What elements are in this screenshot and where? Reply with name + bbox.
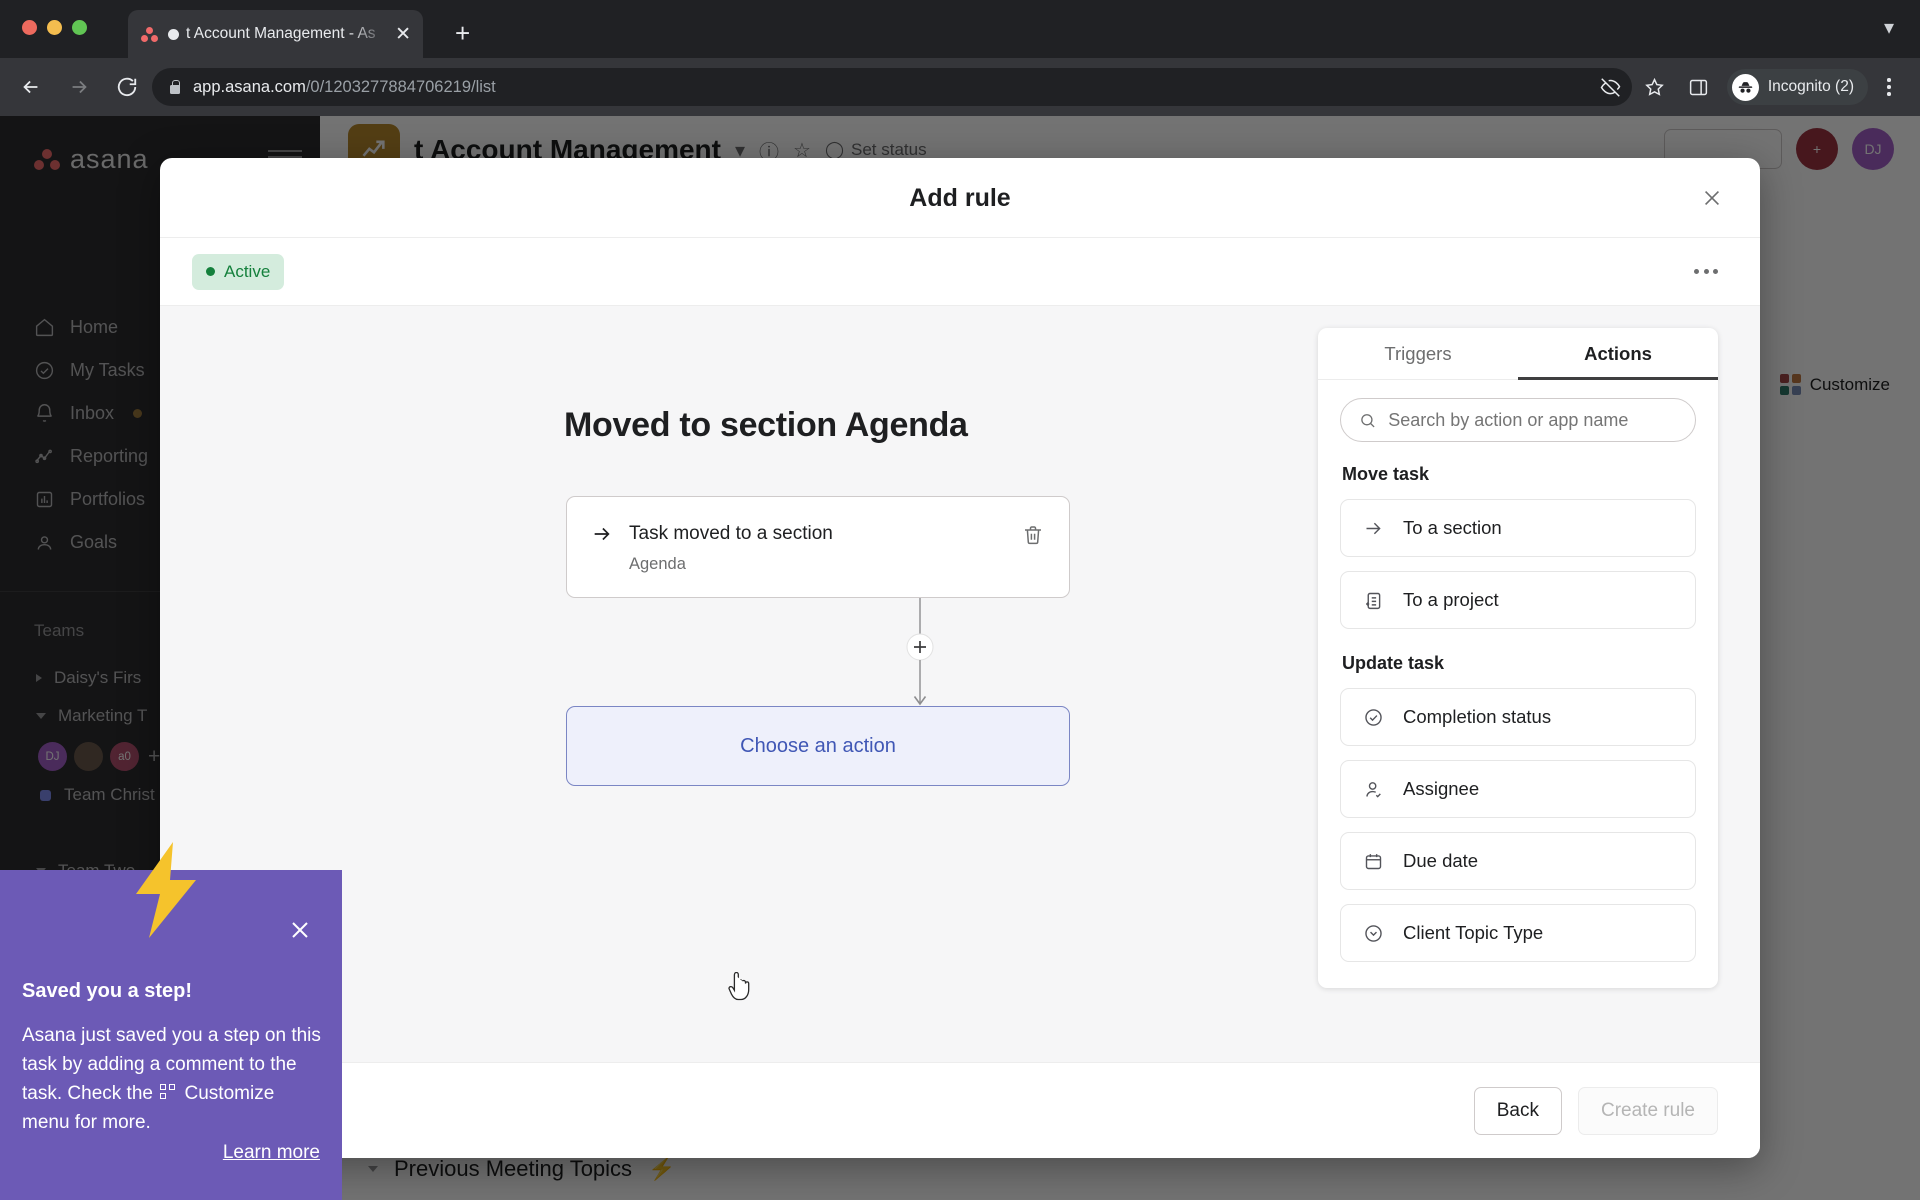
actions-drawer: Triggers Actions Move task To a section <box>1318 328 1718 988</box>
tab-title: t Account Management - As <box>186 25 376 42</box>
modal-subbar: Active <box>160 238 1760 306</box>
arrow-right-icon <box>594 527 610 541</box>
customize-grid-icon <box>160 1083 177 1101</box>
chevron-circle-down-icon <box>1365 924 1382 942</box>
action-item-label: Completion status <box>1403 706 1552 727</box>
action-item-to-a-project[interactable]: To a project <box>1340 571 1696 629</box>
toast-title: Saved you a step! <box>22 980 193 1002</box>
back-nav-icon[interactable] <box>14 70 48 104</box>
incognito-eye-off-icon[interactable] <box>1591 67 1631 107</box>
action-item-assignee[interactable]: Assignee <box>1340 760 1696 818</box>
choose-an-action-button[interactable]: Choose an action <box>566 706 1070 786</box>
action-item-label: To a section <box>1403 517 1502 538</box>
toast-body: Asana just saved you a step on this task… <box>22 1022 322 1138</box>
action-item-label: Due date <box>1403 850 1479 871</box>
browser-tab[interactable]: t Account Management - As ✕ <box>128 10 423 58</box>
trigger-card-main: Task moved to a section <box>591 523 833 545</box>
tab-strip: t Account Management - As ✕ + ▾ <box>0 0 1920 58</box>
browser-menu-icon[interactable] <box>1872 67 1906 107</box>
window-traffic-lights <box>22 20 87 35</box>
action-item-to-a-section[interactable]: To a section <box>1340 499 1696 557</box>
action-item-client-topic-type[interactable]: Client Topic Type <box>1340 904 1696 962</box>
trigger-subtitle: Agenda <box>629 555 686 573</box>
status-badge-label: Active <box>224 261 271 281</box>
rule-name: Moved to section Agenda <box>564 406 968 444</box>
chevron-down-icon[interactable]: ▾ <box>1884 18 1894 38</box>
incognito-avatar-icon <box>1731 73 1759 101</box>
trigger-title: Task moved to a section <box>629 523 833 544</box>
close-icon[interactable] <box>1696 182 1728 214</box>
action-item-due-date[interactable]: Due date <box>1340 832 1696 890</box>
more-horizontal-icon[interactable] <box>1684 259 1728 284</box>
add-rule-modal: Add rule Active Moved to section Agenda … <box>160 158 1760 1158</box>
address-bar[interactable]: app.asana.com/0/1203277884706219/list <box>152 68 1632 106</box>
calendar-icon <box>1365 853 1382 869</box>
check-circle-icon <box>1365 708 1382 726</box>
modal-footer: Back Create rule <box>160 1062 1760 1158</box>
mouse-cursor-pointer-icon <box>728 972 750 1001</box>
toolbar-actions: Incognito (2) <box>1591 58 1906 116</box>
group-title-update-task: Update task <box>1342 653 1445 673</box>
create-rule-button[interactable]: Create rule <box>1578 1086 1718 1135</box>
action-item-label: Assignee <box>1403 778 1480 799</box>
tab-close-icon[interactable]: ✕ <box>395 25 411 44</box>
minimize-window-button[interactable] <box>47 20 62 35</box>
tab-triggers[interactable]: Triggers <box>1318 328 1518 379</box>
modal-header: Add rule <box>160 158 1760 238</box>
search-icon <box>1361 413 1375 427</box>
drawer-tabs: Triggers Actions <box>1318 328 1718 380</box>
action-item-label: To a project <box>1403 589 1499 610</box>
group-title-move-task: Move task <box>1342 464 1430 484</box>
saved-you-a-step-toast: Saved you a step! Asana just saved you a… <box>0 842 342 1200</box>
lock-icon <box>168 79 181 95</box>
status-dot-icon <box>206 267 215 276</box>
tab-actions[interactable]: Actions <box>1518 328 1718 380</box>
user-check-icon <box>1366 781 1381 798</box>
side-panel-icon[interactable] <box>1679 67 1719 107</box>
reload-icon[interactable] <box>110 70 144 104</box>
browser-toolbar: app.asana.com/0/1203277884706219/list In… <box>0 58 1920 116</box>
close-window-button[interactable] <box>22 20 37 35</box>
trigger-card[interactable]: Task moved to a section Agenda <box>566 496 1070 598</box>
profile-label: Incognito (2) <box>1767 78 1854 95</box>
modal-title: Add rule <box>909 183 1011 212</box>
close-icon[interactable] <box>288 918 314 944</box>
search-field[interactable] <box>1340 398 1696 442</box>
lightning-bolt-icon <box>136 842 196 938</box>
url-text: app.asana.com/0/1203277884706219/list <box>193 78 496 97</box>
forward-nav-icon[interactable] <box>62 70 96 104</box>
tab-audio-dot-icon <box>168 28 179 40</box>
rule-connector <box>906 598 934 706</box>
clipboard-add-icon <box>1366 592 1381 609</box>
action-item-completion-status[interactable]: Completion status <box>1340 688 1696 746</box>
learn-more-link[interactable]: Learn more <box>223 1142 320 1164</box>
arrow-right-icon <box>1366 522 1381 534</box>
bookmark-star-icon[interactable] <box>1635 67 1675 107</box>
action-item-label: Client Topic Type <box>1403 922 1544 943</box>
new-tab-button[interactable]: + <box>455 20 470 46</box>
trash-icon[interactable] <box>1021 523 1047 549</box>
asana-favicon-icon <box>140 24 160 44</box>
drawer-scroll-area[interactable]: Move task To a section To a project Upda… <box>1318 380 1718 988</box>
profile-incognito-chip[interactable]: Incognito (2) <box>1726 69 1868 105</box>
status-badge[interactable]: Active <box>192 253 285 290</box>
maximize-window-button[interactable] <box>72 20 87 35</box>
search-input[interactable] <box>1388 409 1677 431</box>
url-path: /0/1203277884706219/list <box>305 77 496 96</box>
browser-window: t Account Management - As ✕ + ▾ app.asan… <box>0 0 1920 1200</box>
modal-body: Moved to section Agenda Task moved to a … <box>160 306 1760 1062</box>
url-host: app.asana.com <box>193 77 306 96</box>
back-button[interactable]: Back <box>1473 1086 1562 1135</box>
